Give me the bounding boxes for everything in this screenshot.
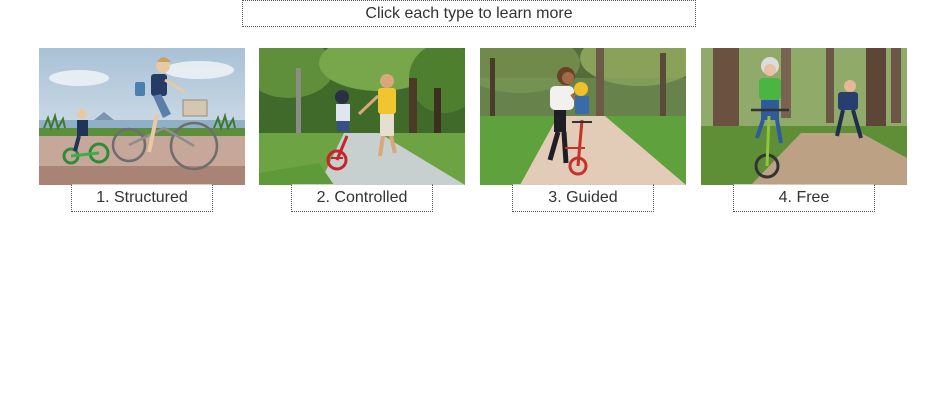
card-structured[interactable]: 1. Structured: [39, 48, 245, 212]
free-photo[interactable]: [701, 48, 907, 185]
guided-photo[interactable]: [480, 48, 686, 185]
controlled-label[interactable]: 2. Controlled: [291, 184, 433, 212]
structured-illustration: [39, 48, 245, 185]
controlled-illustration: [259, 48, 465, 185]
instruction-banner: Click each type to learn more: [242, 0, 696, 27]
guided-illustration: [480, 48, 686, 185]
structured-photo[interactable]: [39, 48, 245, 185]
card-guided[interactable]: 3. Guided: [480, 48, 686, 212]
structured-label[interactable]: 1. Structured: [71, 184, 213, 212]
guided-label[interactable]: 3. Guided: [512, 184, 654, 212]
controlled-photo[interactable]: [259, 48, 465, 185]
free-label[interactable]: 4. Free: [733, 184, 875, 212]
card-controlled[interactable]: 2. Controlled: [259, 48, 465, 212]
card-free[interactable]: 4. Free: [701, 48, 907, 212]
activity-page: Click each type to learn more 1. Structu…: [0, 0, 940, 419]
free-illustration: [701, 48, 907, 185]
